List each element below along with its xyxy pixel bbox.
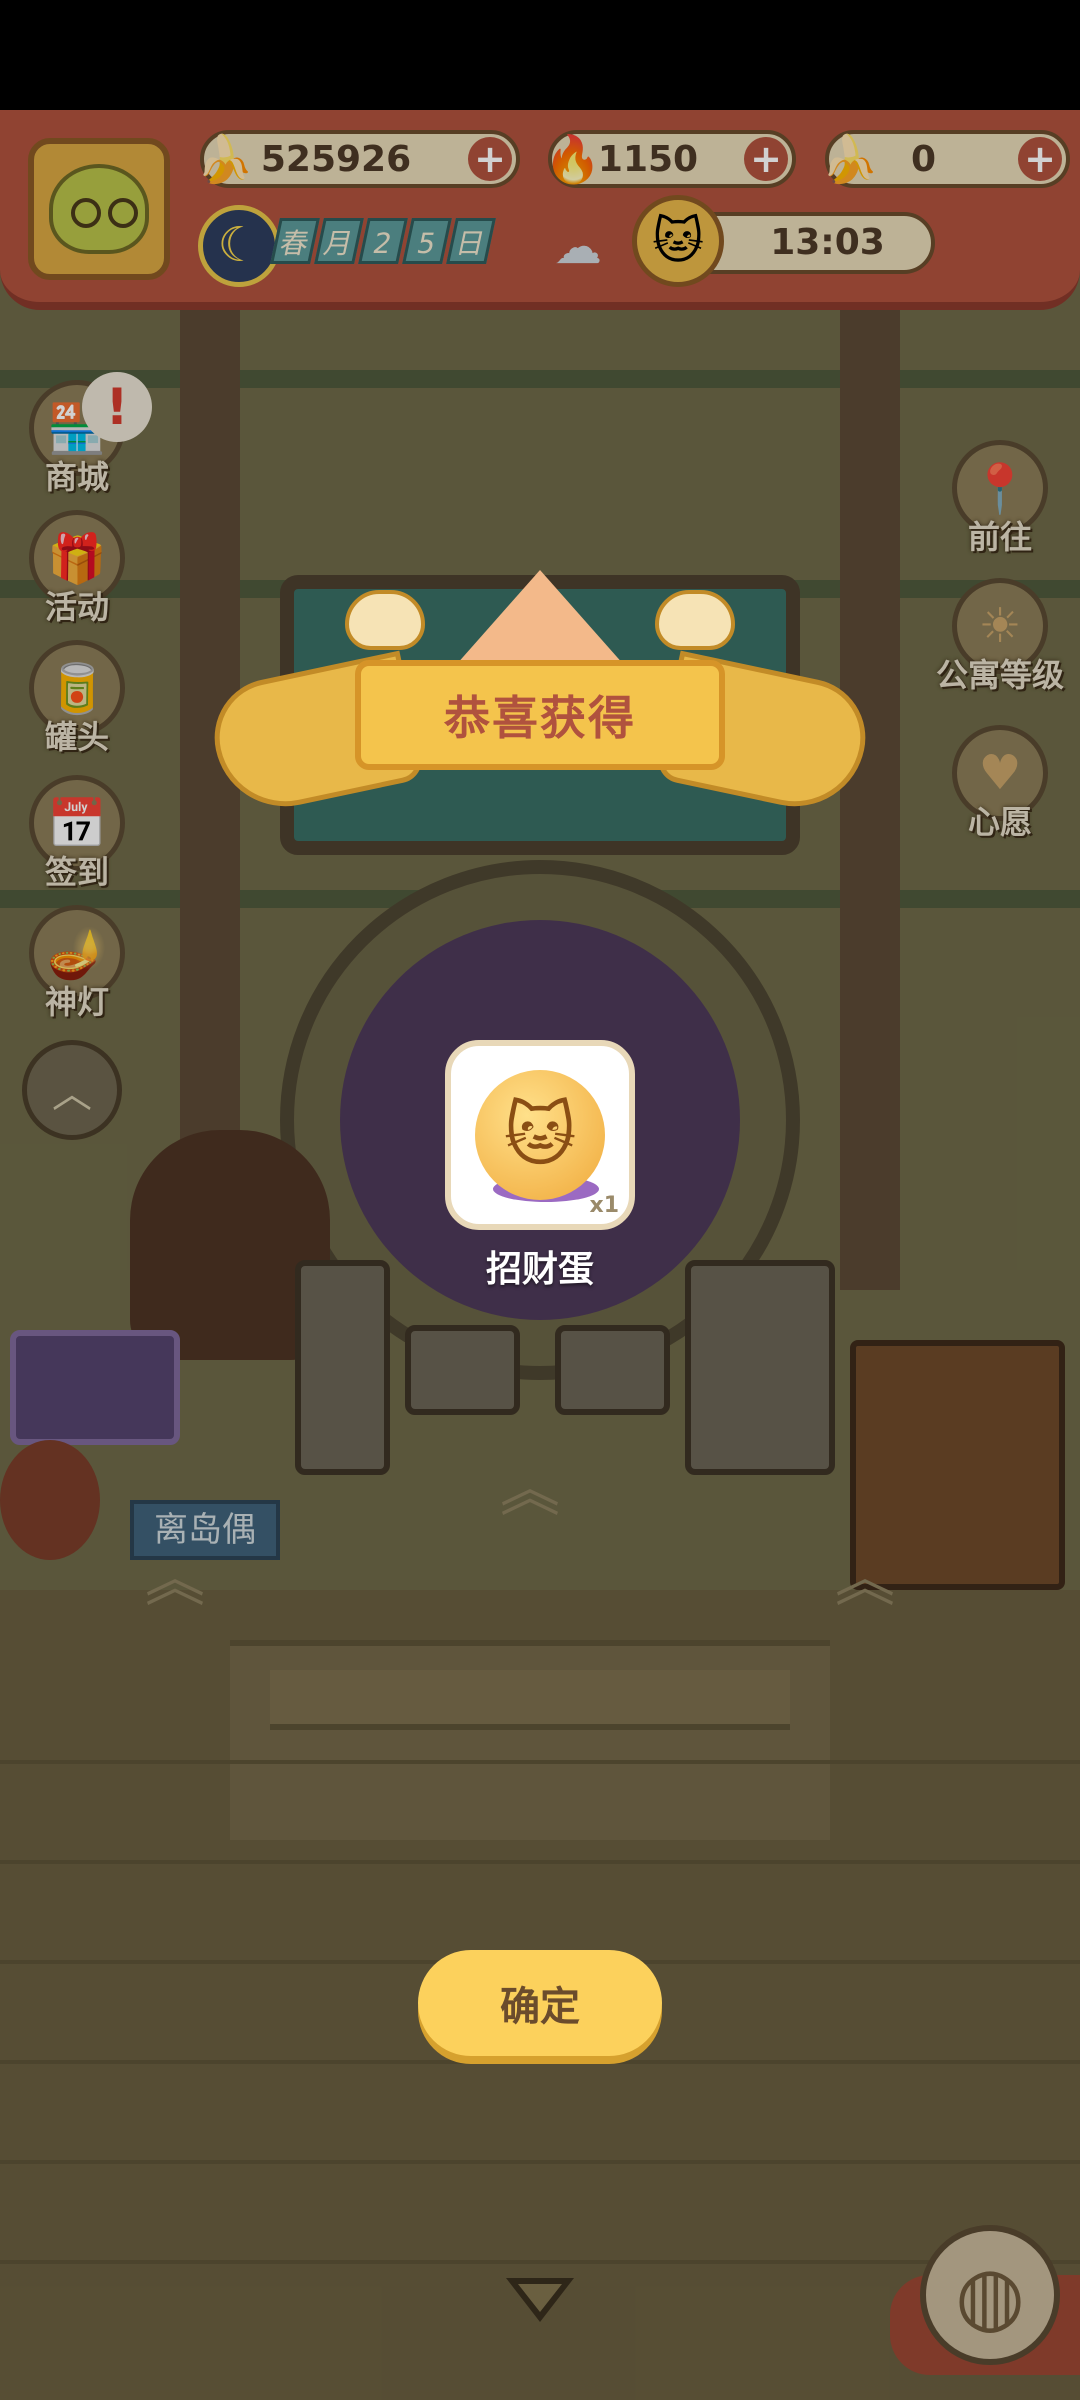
reward-banner: 恭喜获得 <box>203 570 877 820</box>
cat-head-icon <box>655 590 735 650</box>
popup-title: 恭喜获得 <box>444 691 636 745</box>
cat-head-icon <box>345 590 425 650</box>
lucky-cat-egg-icon: 🐱 <box>475 1070 605 1200</box>
triangle-inner <box>518 2284 562 2312</box>
banner-ribbon: 恭喜获得 <box>355 660 725 770</box>
reward-name: 招财蛋 <box>485 1249 594 1290</box>
confirm-button[interactable]: 确定 <box>418 1950 662 2056</box>
reward-quantity: x1 <box>589 1193 620 1218</box>
reward-item-card[interactable]: 🐱 x1 <box>445 1040 635 1230</box>
collapse-down-button[interactable] <box>503 2270 577 2330</box>
